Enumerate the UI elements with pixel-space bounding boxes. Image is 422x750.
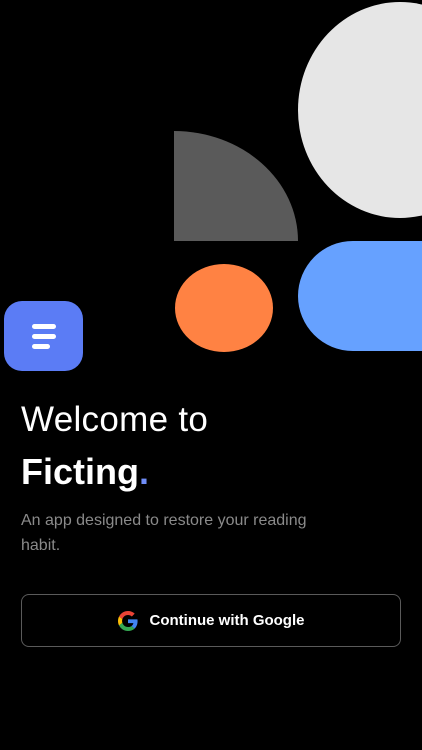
gray-quarter-circle	[174, 131, 298, 241]
logo-line	[31, 333, 56, 339]
logo-line	[31, 323, 56, 329]
orange-oval	[175, 264, 273, 352]
light-gray-circle	[298, 2, 422, 218]
google-icon	[117, 610, 138, 631]
brand-title: Ficting.	[21, 449, 149, 495]
brand-dot: .	[138, 451, 149, 492]
continue-with-google-button[interactable]: Continue with Google	[21, 594, 401, 647]
welcome-heading: Welcome to	[21, 400, 209, 439]
app-logo	[4, 301, 83, 371]
logo-line	[31, 343, 50, 349]
blue-pill	[298, 241, 422, 351]
tagline: An app designed to restore your reading …	[21, 512, 307, 554]
brand-name: Ficting	[21, 451, 139, 492]
google-button-label: Continue with Google	[149, 612, 305, 629]
